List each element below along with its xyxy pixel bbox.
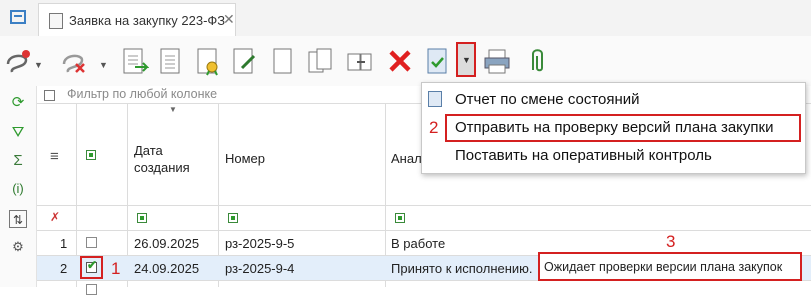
dropdown-menu: Отчет по смене состояний 2 Отправить на … bbox=[421, 82, 806, 174]
attachment-icon[interactable] bbox=[524, 46, 552, 76]
blank-document-icon[interactable] bbox=[268, 46, 296, 76]
chevron-down-icon[interactable]: ▼ bbox=[99, 60, 108, 70]
menu-item-operational-control[interactable]: Поставить на оперативный контроль bbox=[455, 147, 712, 164]
filter-toggle-icon[interactable] bbox=[44, 90, 55, 101]
document-export-icon[interactable] bbox=[121, 46, 149, 76]
annotation-2: 2 bbox=[429, 118, 439, 137]
column-filter-date[interactable] bbox=[137, 213, 147, 223]
copy-documents-icon[interactable] bbox=[306, 46, 334, 76]
dropdown-arrow-button[interactable]: ▼ bbox=[456, 42, 476, 77]
row-index: 2 bbox=[60, 261, 68, 276]
row-number: рз-2025-9-5 bbox=[225, 236, 295, 251]
row-date: 24.09.2025 bbox=[134, 261, 200, 276]
menu-item-send-for-check[interactable]: Отправить на проверку версий плана закуп… bbox=[455, 119, 773, 136]
column-header-number[interactable]: Номер bbox=[225, 151, 265, 166]
row-checkbox[interactable] bbox=[86, 237, 97, 248]
menu-item-status-report[interactable]: Отчет по смене состояний bbox=[455, 91, 640, 108]
document-tab[interactable]: Заявка на закупку 223-ФЗ ✕ bbox=[38, 3, 236, 36]
chevron-down-icon: ▼ bbox=[462, 55, 471, 65]
document-edit-icon[interactable] bbox=[230, 46, 258, 76]
annotation-1: 1 bbox=[111, 259, 121, 278]
row-menu-icon[interactable]: ≡ bbox=[50, 148, 59, 165]
clear-filter-icon[interactable]: ✗ bbox=[50, 210, 60, 224]
sum-icon[interactable]: Σ bbox=[9, 152, 27, 170]
row-date: 26.09.2025 bbox=[134, 236, 200, 251]
document-certificate-icon[interactable] bbox=[194, 46, 222, 76]
row-status: Принято к исполнению. bbox=[391, 261, 533, 276]
document-lines-icon[interactable] bbox=[157, 46, 185, 76]
toolbar: ▼ ▼ ▼ bbox=[0, 36, 811, 87]
sort-desc-icon: ▼ bbox=[169, 105, 177, 114]
left-rail: ⟳ ⛛ Σ (i) ⇅ ⚙ bbox=[0, 86, 37, 287]
close-tab-icon[interactable]: ✕ bbox=[223, 11, 235, 28]
status-report-icon[interactable] bbox=[424, 46, 452, 76]
column-header-date[interactable]: Дата bbox=[134, 143, 163, 158]
status-report-icon bbox=[428, 91, 442, 107]
tab-title: Заявка на закупку 223-ФЗ bbox=[69, 13, 226, 28]
checkmark-icon: ✔ bbox=[87, 258, 98, 272]
grid-settings-icon[interactable]: ⚙ bbox=[9, 238, 27, 256]
route-cancel-icon[interactable] bbox=[60, 46, 88, 76]
row-checkbox[interactable] bbox=[86, 284, 97, 295]
row-index: 1 bbox=[60, 236, 68, 251]
annotation-3: 3 bbox=[666, 232, 676, 251]
row-status: В работе bbox=[391, 236, 446, 251]
column-filter-analytics[interactable] bbox=[395, 213, 405, 223]
refresh-icon[interactable]: ⟳ bbox=[9, 94, 27, 112]
info-icon[interactable]: (i) bbox=[9, 180, 27, 198]
column-header-date-2[interactable]: создания bbox=[134, 160, 190, 175]
printer-icon[interactable] bbox=[483, 46, 511, 76]
column-filter-number[interactable] bbox=[228, 213, 238, 223]
chevron-down-icon[interactable]: ▼ bbox=[34, 60, 43, 70]
row-checkbox-checked[interactable]: ✔ bbox=[86, 258, 97, 273]
filter-icon[interactable]: ⛛ bbox=[9, 124, 27, 142]
app-grid-icon[interactable] bbox=[10, 10, 26, 24]
column-header-analytics[interactable]: Анал bbox=[391, 151, 422, 166]
route-forward-icon[interactable] bbox=[4, 46, 32, 76]
filter-input[interactable]: Фильтр по любой колонке bbox=[67, 87, 217, 101]
row-state: Ожидает проверки версии плана закупок bbox=[544, 260, 783, 274]
sort-icon[interactable]: ⇅ bbox=[9, 210, 27, 228]
document-icon bbox=[49, 13, 63, 29]
select-all-checkbox[interactable] bbox=[86, 150, 96, 160]
tab-bar: Заявка на закупку 223-ФЗ ✕ bbox=[0, 0, 811, 37]
delete-icon[interactable] bbox=[386, 46, 414, 76]
row-number: рз-2025-9-4 bbox=[225, 261, 295, 276]
move-documents-icon[interactable] bbox=[345, 46, 373, 76]
